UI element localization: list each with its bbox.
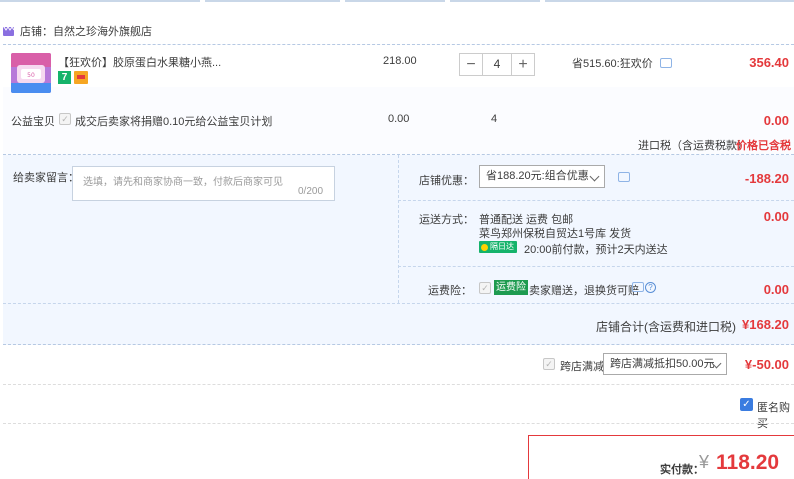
charity-label: 公益宝贝: [11, 116, 55, 128]
seven-day-return-badge: 7: [58, 71, 71, 84]
header-divider: [0, 0, 794, 3]
import-tax-label: 进口税（含运费税款）: [638, 140, 748, 152]
shop-coupon-value: -188.20: [744, 171, 789, 186]
charity-qty: 4: [491, 113, 498, 125]
shop-total-label: 店铺合计(含运费和进口税): [596, 320, 736, 334]
charity-text: 成交后卖家将捐赠0.10元给公益宝贝计划: [75, 116, 273, 128]
svg-text:50: 50: [27, 72, 35, 79]
help-icon[interactable]: ?: [645, 282, 656, 293]
shipping-value: 0.00: [763, 209, 789, 224]
cross-store-checkbox[interactable]: ✓: [543, 358, 555, 370]
item-subtotal: 356.40: [749, 55, 789, 70]
divider: [3, 384, 794, 385]
insurance-text: 卖家赠送，退换货可赔: [529, 285, 639, 297]
insurance-checkbox[interactable]: ✓: [479, 282, 491, 294]
next-day-badge-text: 隔日达: [490, 242, 514, 251]
shop-icon: [3, 26, 14, 36]
shop-coupon-selected: 省188.20元:组合优惠: [486, 170, 589, 182]
unit-price: 218.00: [383, 55, 417, 67]
cross-store-selected: 跨店满减抵扣50.00元: [610, 358, 715, 370]
insurance-value: 0.00: [763, 282, 789, 297]
shop-header: 店铺：自然之珍海外旗舰店: [3, 22, 152, 40]
chevron-down-icon: [589, 171, 600, 182]
card-payment-icon: [74, 71, 88, 84]
comment-bubble-icon[interactable]: [659, 58, 672, 68]
message-label: 给卖家留言：: [13, 172, 79, 184]
shop-coupon-select[interactable]: 省188.20元:组合优惠: [479, 165, 605, 188]
next-day-badge: 隔日达: [479, 241, 517, 253]
import-tax-value: 价格已含税: [736, 140, 791, 152]
anonymous-label: 匿名购买: [757, 402, 790, 430]
message-placeholder: 选填，请先和商家协商一致，付款后商家可见: [83, 177, 283, 188]
payment-currency: ¥: [699, 452, 710, 472]
item-discount: 省515.60:狂欢价: [572, 55, 672, 71]
cross-store-label: 跨店满减: [560, 361, 604, 373]
insurance-badge: 运费险: [494, 280, 528, 295]
charity-subtotal: 0.00: [763, 113, 789, 128]
payment-amount: 118.20: [716, 451, 780, 474]
anonymous-checkbox[interactable]: ✓: [740, 398, 753, 411]
shipping-warehouse: 菜鸟郑州保税自贸达1号库 发货: [479, 228, 632, 240]
item-title[interactable]: 【狂欢价】胶原蛋白水果糖小燕...: [58, 54, 221, 70]
payment-label: 实付款：: [660, 464, 704, 476]
divider: [3, 423, 794, 424]
product-thumbnail[interactable]: 50: [11, 53, 51, 93]
divider: [3, 303, 794, 304]
shop-coupon-label: 店铺优惠：: [419, 175, 474, 187]
quantity-stepper: − 4 +: [459, 53, 535, 76]
charity-checkbox[interactable]: ✓: [59, 113, 71, 125]
insurance-label: 运费险：: [428, 285, 472, 297]
comment-bubble-icon[interactable]: [632, 282, 644, 292]
cross-store-select[interactable]: 跨店满减抵扣50.00元: [603, 353, 727, 375]
comment-bubble-icon[interactable]: [618, 172, 630, 182]
quantity-decrease-button[interactable]: −: [460, 54, 482, 75]
cross-store-value: ¥-50.00: [744, 357, 789, 372]
charity-price: 0.00: [388, 113, 410, 125]
item-discount-text: 省515.60:狂欢价: [572, 58, 653, 70]
quantity-increase-button[interactable]: +: [512, 54, 534, 75]
shop-name[interactable]: 店铺：自然之珍海外旗舰店: [20, 23, 152, 39]
message-char-count: 0/200: [298, 186, 324, 197]
quantity-input[interactable]: 4: [482, 54, 512, 75]
product-image-icon: 50: [11, 53, 51, 93]
divider: [398, 200, 794, 201]
shipping-label: 运送方式：: [419, 214, 474, 226]
shop-total-value: ¥168.20: [742, 317, 789, 332]
divider: [398, 266, 794, 267]
clock-icon: [481, 243, 488, 251]
shipping-eta: 20:00前付款，预计2天内送达: [524, 244, 668, 256]
